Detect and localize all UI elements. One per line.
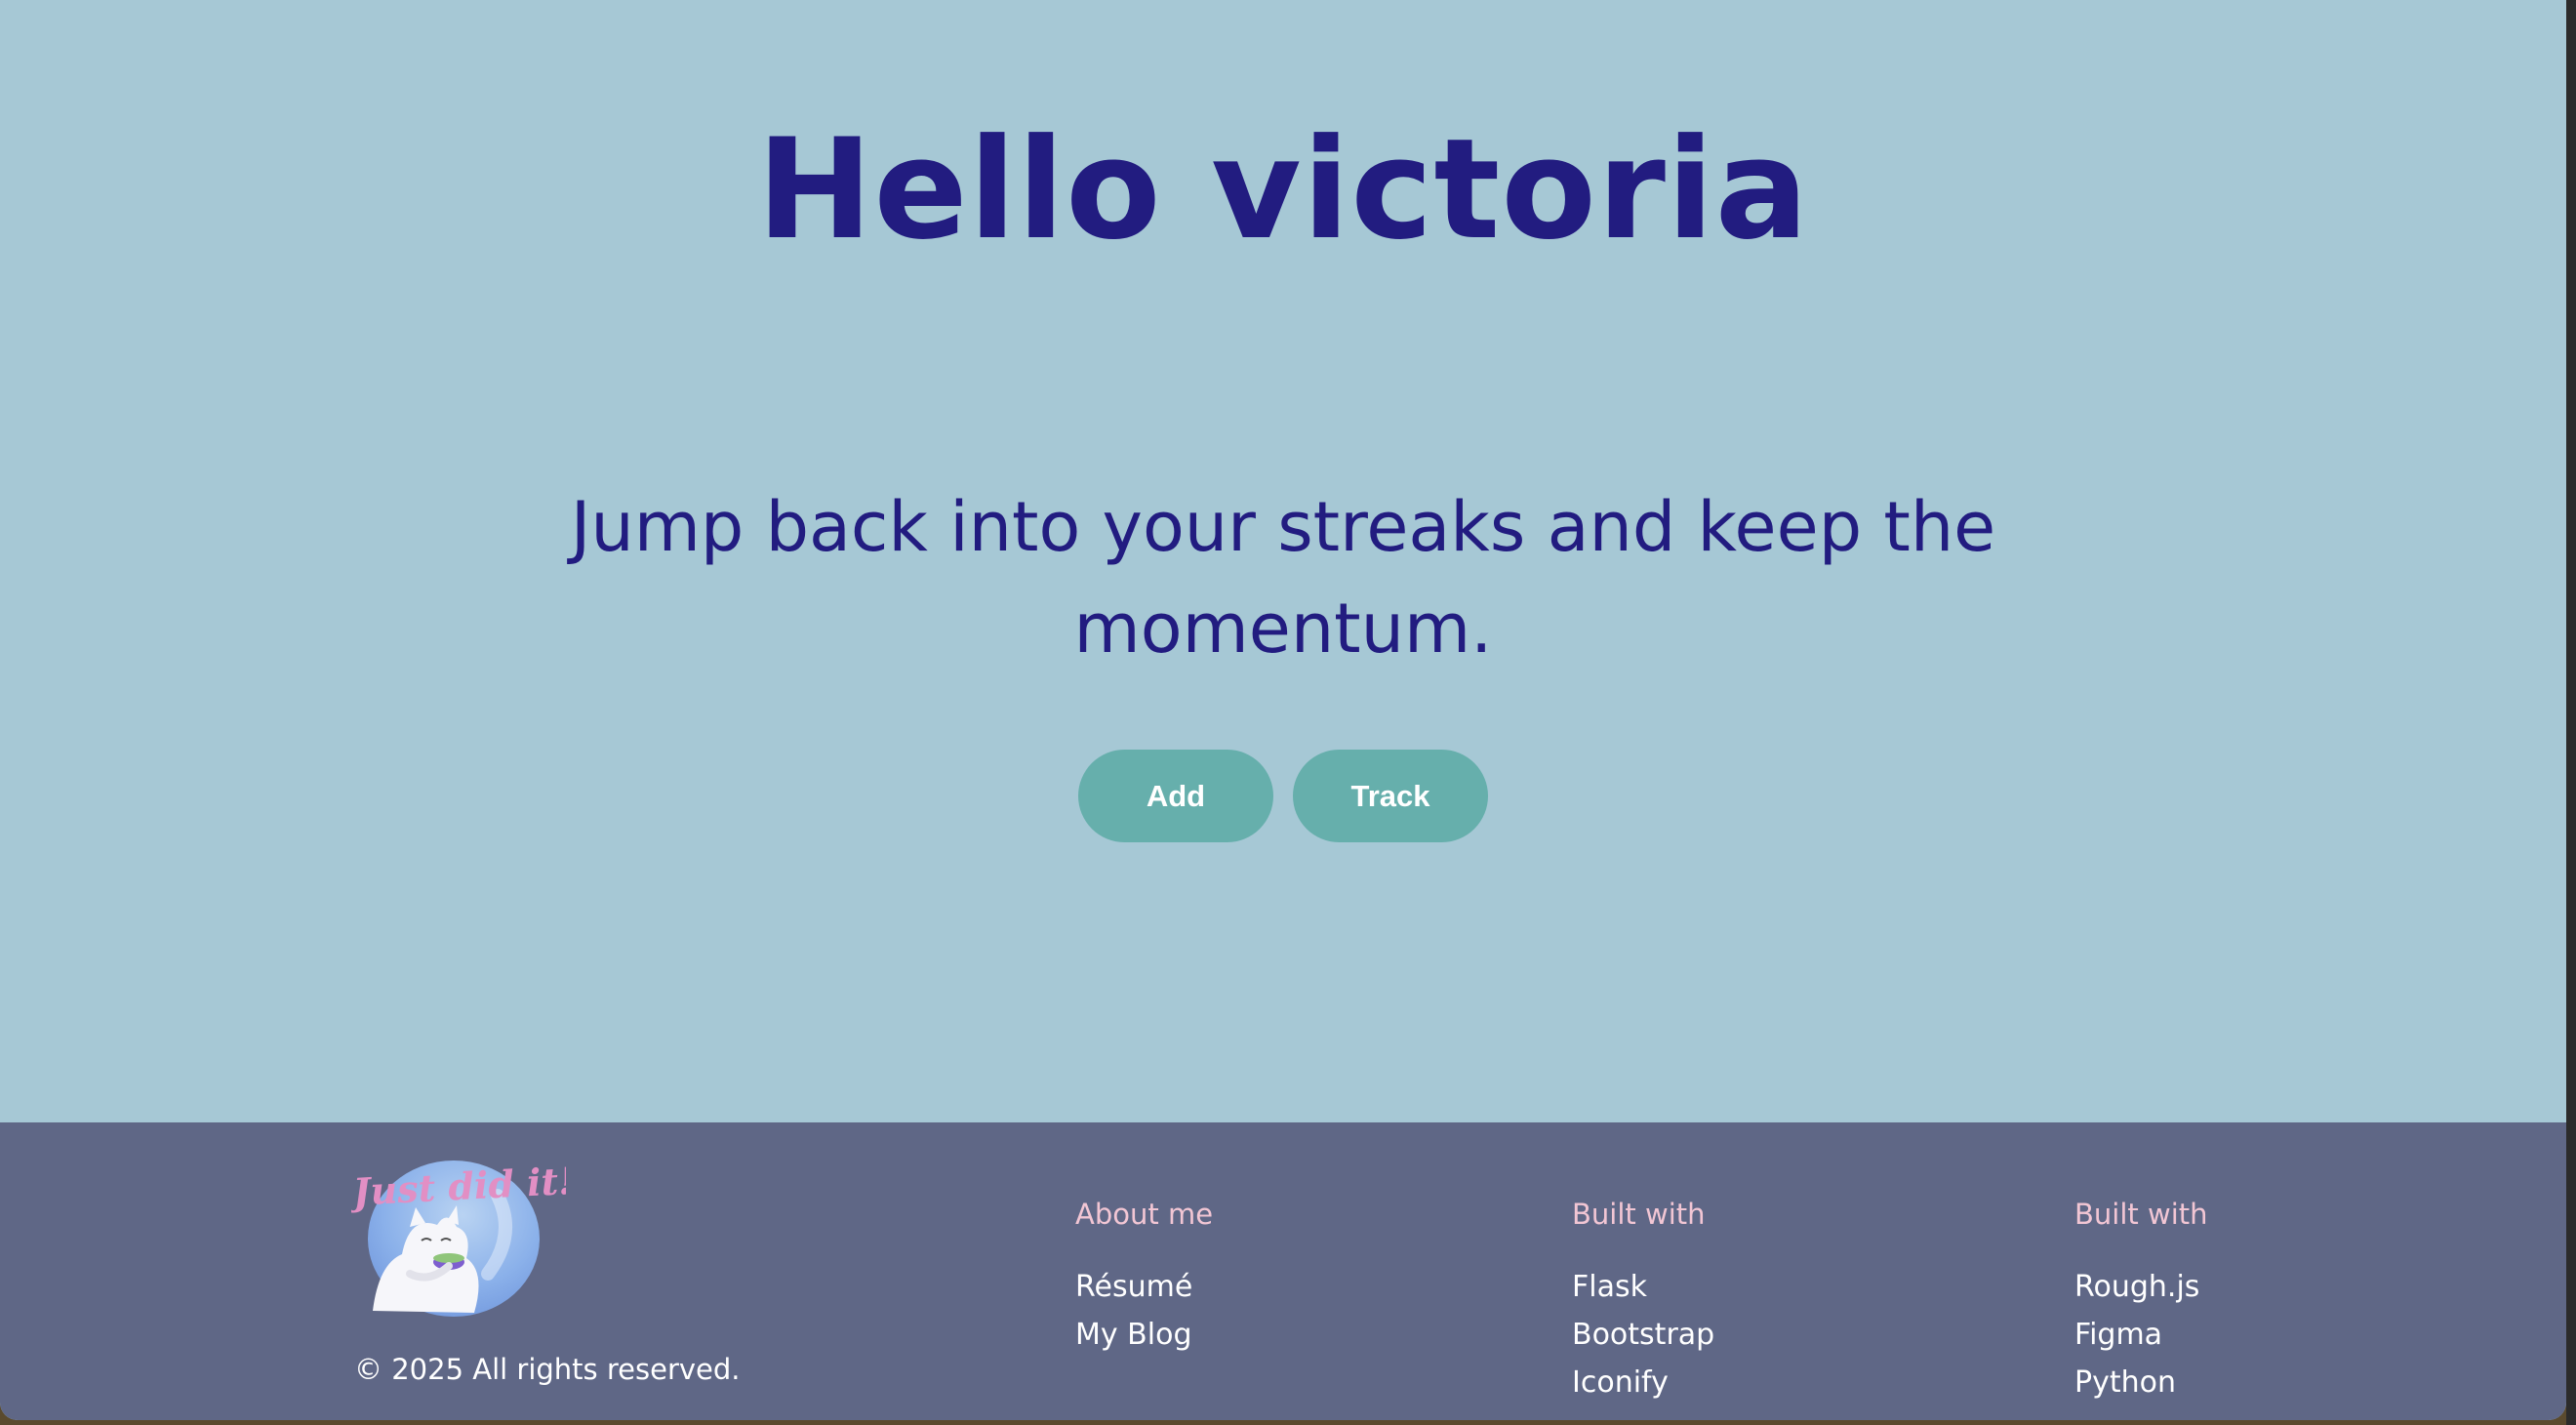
footer-link-bootstrap[interactable]: Bootstrap xyxy=(1572,1311,1714,1359)
copyright: © 2025 All rights reserved. xyxy=(354,1353,741,1386)
add-button[interactable]: Add xyxy=(1078,750,1273,842)
footer-heading-built-with: Built with xyxy=(1572,1198,1706,1231)
footer-link-figma[interactable]: Figma xyxy=(2074,1311,2208,1359)
logo[interactable]: Just did it! xyxy=(351,1157,566,1323)
window-edge xyxy=(2566,0,2576,1425)
footer-heading-about: About me xyxy=(1075,1198,1214,1231)
footer-heading-built-with-2: Built with xyxy=(2074,1198,2208,1231)
footer-link-resume[interactable]: Résumé xyxy=(1075,1263,1213,1311)
footer-link-roughjs[interactable]: Rough.js xyxy=(2074,1263,2208,1311)
footer-link-python[interactable]: Python xyxy=(2074,1359,2208,1406)
page-title: Hello victoria xyxy=(756,109,1810,270)
hero-subtitle: Jump back into your streaks and keep the… xyxy=(570,487,1996,669)
app-window: Hello victoria Jump back into your strea… xyxy=(0,0,2566,1420)
footer-column-built-with: Built with Flask Bootstrap Iconify xyxy=(1572,1193,1714,1406)
footer-link-iconify[interactable]: Iconify xyxy=(1572,1359,1714,1406)
footer-link-flask[interactable]: Flask xyxy=(1572,1263,1714,1311)
action-buttons: Add Track xyxy=(0,750,2566,842)
footer-link-blog[interactable]: My Blog xyxy=(1075,1311,1213,1359)
footer-column-about: About me Résumé My Blog xyxy=(1075,1193,1213,1359)
track-button[interactable]: Track xyxy=(1293,750,1488,842)
footer-column-built-with-2: Built with Rough.js Figma Python xyxy=(2074,1193,2208,1406)
logo-text: Just did it! xyxy=(351,1159,566,1214)
